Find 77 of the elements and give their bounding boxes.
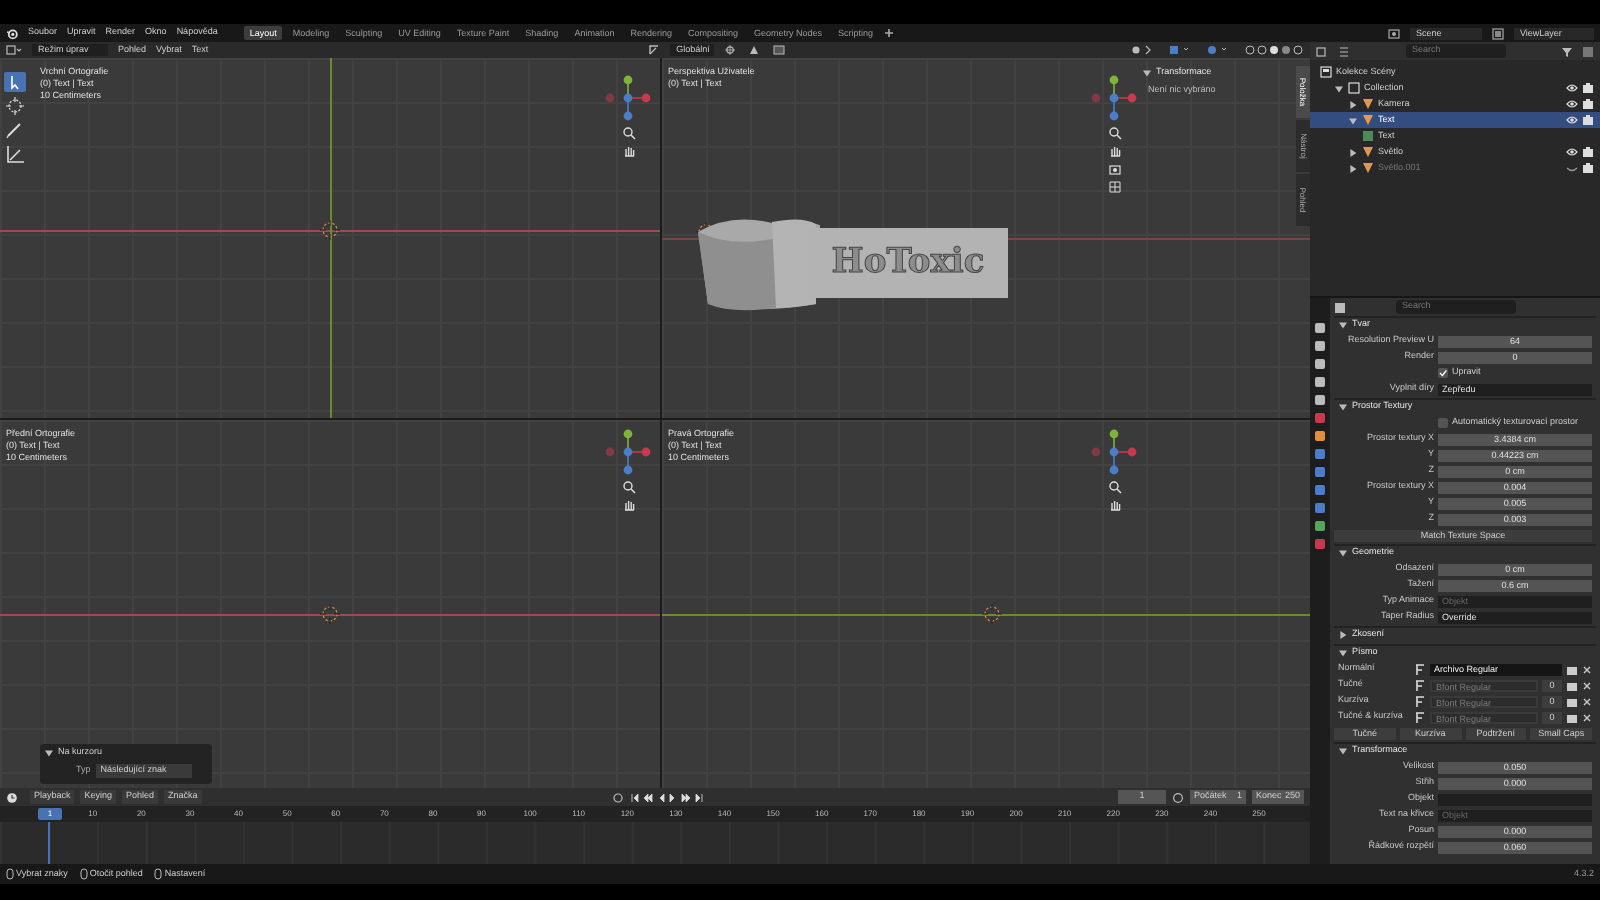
close-icon[interactable]: [1582, 695, 1592, 707]
collection-icon: [1320, 66, 1332, 78]
add-icon[interactable]: [883, 28, 894, 38]
navigation-gizmo-icon[interactable]: [604, 74, 652, 122]
axes-icon[interactable]: [648, 44, 661, 56]
chevron-icon[interactable]: [1348, 147, 1358, 157]
visibility-icon[interactable]: [1566, 82, 1578, 94]
mouse-icon: [79, 868, 88, 880]
new-collection-icon[interactable]: [1582, 45, 1594, 57]
3d-cursor-icon: [320, 604, 340, 624]
chevron-icon[interactable]: [1142, 68, 1152, 78]
navigation-gizmo-icon[interactable]: [1090, 74, 1138, 122]
font-icon[interactable]: [1414, 663, 1426, 675]
zoom-icon[interactable]: [1107, 126, 1121, 140]
chevron-icon[interactable]: [1348, 115, 1358, 125]
chevron-icon[interactable]: [1338, 402, 1348, 412]
input-field[interactable]: [1438, 793, 1592, 805]
hand-icon[interactable]: [1107, 144, 1121, 158]
visibility-icon[interactable]: [1566, 146, 1578, 158]
display-mode-icon[interactable]: [1338, 45, 1354, 57]
blender-logo-icon[interactable]: [6, 27, 18, 39]
font-icon[interactable]: [1414, 679, 1426, 691]
pivot-icon[interactable]: [724, 44, 739, 56]
close-icon[interactable]: [1582, 711, 1592, 723]
chevron-icon[interactable]: [1334, 83, 1344, 93]
chevron-icon[interactable]: [1338, 320, 1348, 330]
navigation-gizmo-icon[interactable]: [604, 428, 652, 476]
font-icon[interactable]: [1414, 695, 1426, 707]
chevron-icon[interactable]: [1348, 163, 1358, 173]
cursor-tool-icon[interactable]: [4, 96, 26, 116]
render-camera-icon[interactable]: [1582, 114, 1594, 126]
select-tool-icon[interactable]: [4, 72, 26, 92]
hand-icon[interactable]: [1107, 498, 1121, 512]
chevron-icon[interactable]: [1338, 630, 1348, 640]
model-text: HoToxic: [831, 239, 985, 286]
3d-cursor-icon: [320, 220, 340, 240]
shading-mode-icon[interactable]: [1244, 44, 1304, 56]
zoom-icon[interactable]: [621, 126, 635, 140]
grid-icon[interactable]: [1107, 180, 1121, 194]
close-icon[interactable]: [1582, 679, 1592, 691]
hand-icon[interactable]: [621, 144, 635, 158]
playback-controls-icon[interactable]: [630, 791, 707, 803]
scene-icon[interactable]: [1388, 27, 1400, 39]
view-layer-icon[interactable]: [1492, 27, 1504, 39]
navigation-gizmo-icon[interactable]: [1090, 428, 1138, 476]
3d-cursor-icon: [982, 604, 1002, 624]
proportional-icon[interactable]: [772, 44, 789, 56]
render-camera-icon[interactable]: [1582, 146, 1594, 158]
zoom-icon[interactable]: [1107, 480, 1121, 494]
close-icon[interactable]: [1582, 663, 1592, 675]
chevron-icon[interactable]: [1348, 99, 1358, 109]
zoom-icon[interactable]: [621, 480, 635, 494]
collection-icon: [1348, 82, 1360, 94]
measure-tool-icon[interactable]: [4, 144, 26, 164]
visibility-icon[interactable]: [1566, 98, 1578, 110]
chevron-icon[interactable]: [1338, 548, 1348, 558]
editor-type-icon[interactable]: [6, 44, 22, 56]
mouse-icon: [6, 868, 14, 880]
visibility-icon[interactable]: [1566, 162, 1578, 174]
editor-type-icon[interactable]: [1316, 45, 1332, 57]
text-data-icon: [1362, 130, 1374, 142]
checkbox[interactable]: [1438, 368, 1448, 378]
chevron-icon[interactable]: [1338, 746, 1348, 756]
record-icon[interactable]: [612, 791, 625, 803]
render-camera-icon[interactable]: [1582, 98, 1594, 110]
render-camera-icon[interactable]: [1582, 162, 1594, 174]
hand-icon[interactable]: [621, 498, 635, 512]
mouse-icon: [154, 868, 163, 880]
visibility-icon[interactable]: [1566, 114, 1578, 126]
chevron-icon[interactable]: [1338, 648, 1348, 658]
render-camera-icon[interactable]: [1582, 82, 1594, 94]
checkbox[interactable]: [1438, 418, 1448, 428]
font-icon[interactable]: [1414, 711, 1426, 723]
chevron-icon[interactable]: [44, 747, 54, 758]
clock-icon[interactable]: [1172, 791, 1184, 803]
pen-tool-icon[interactable]: [4, 120, 26, 140]
camera-icon[interactable]: [1107, 162, 1121, 176]
